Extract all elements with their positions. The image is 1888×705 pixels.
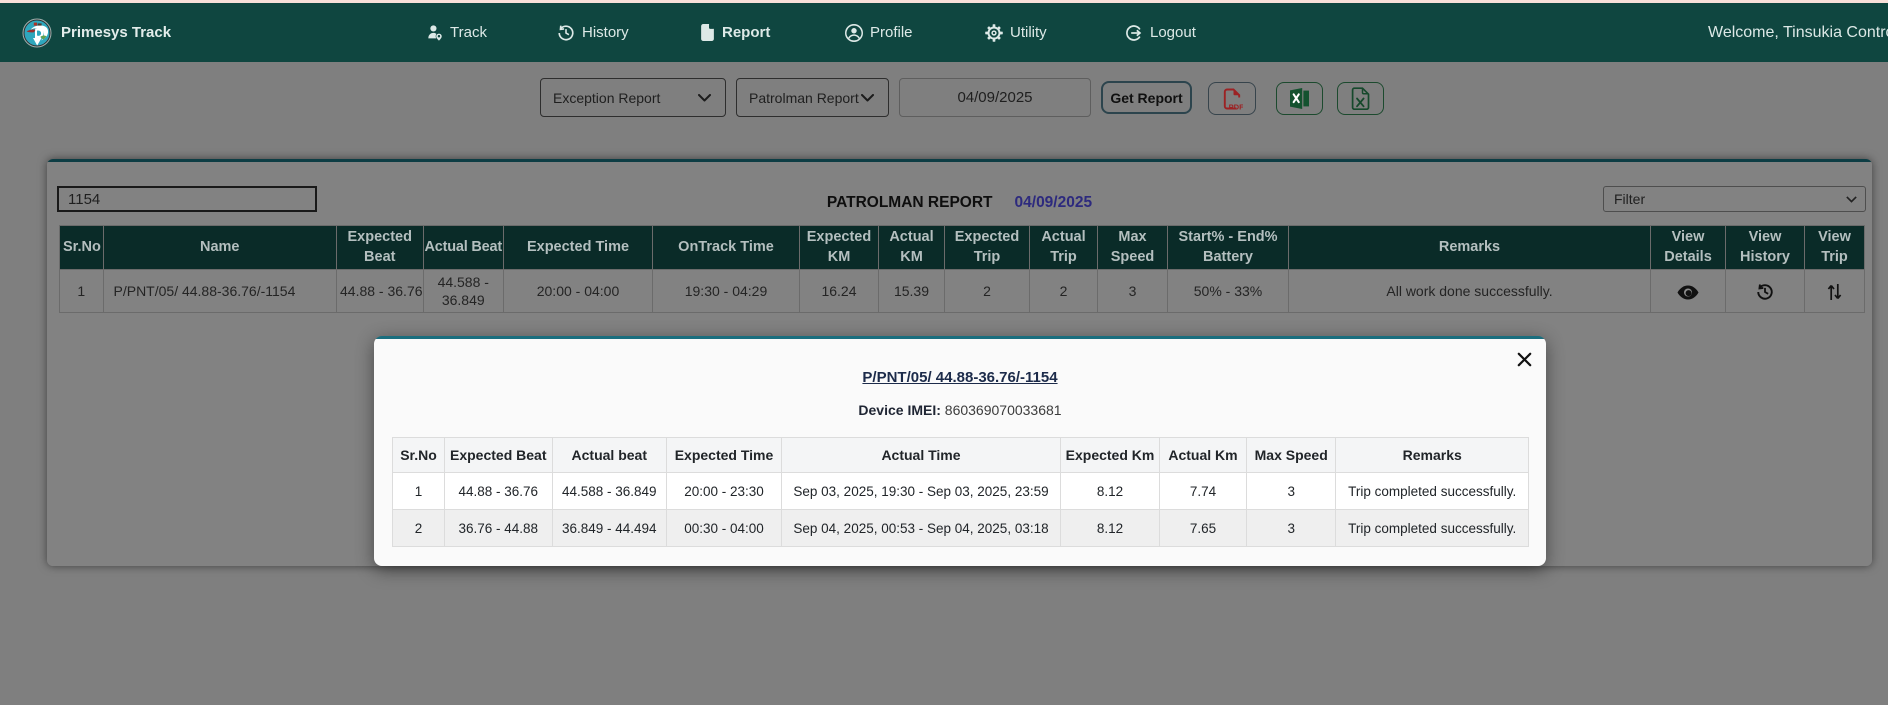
svg-text:PDF: PDF [1229, 102, 1243, 111]
